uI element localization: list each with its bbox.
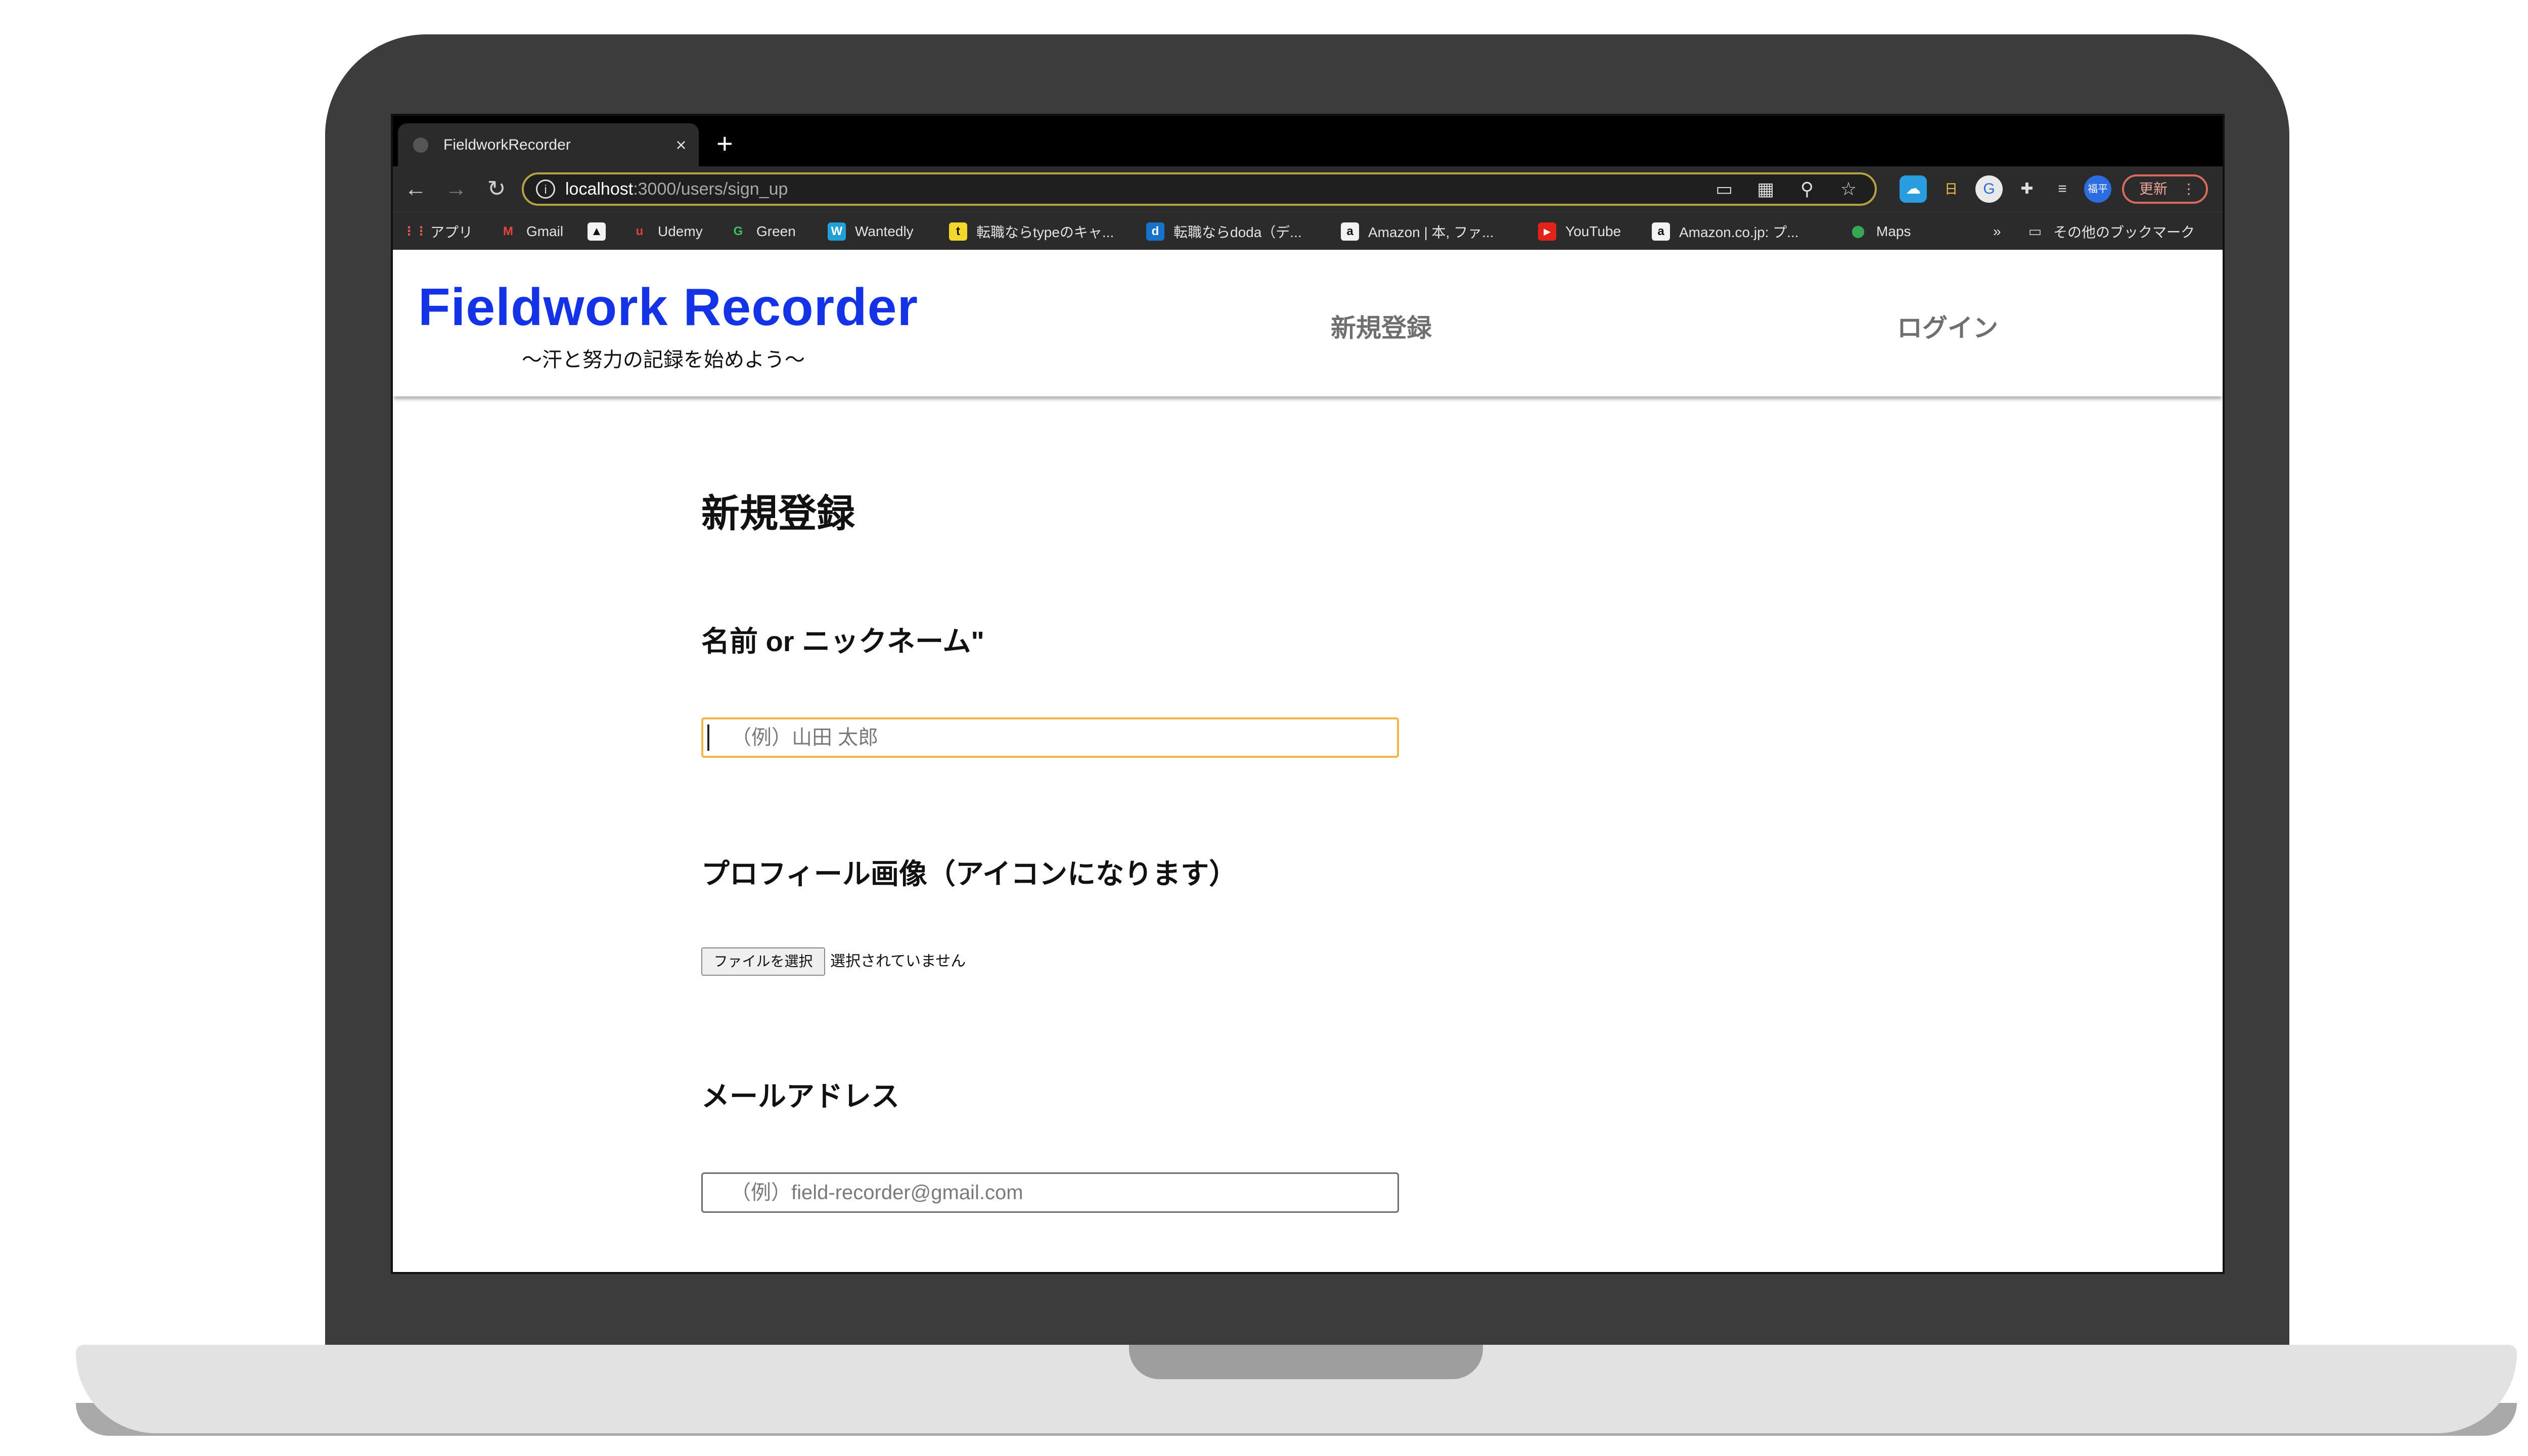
bookmark-other-folder[interactable]: ▭ その他のブックマーク [2026, 217, 2195, 245]
site-info-icon[interactable]: i [536, 179, 555, 199]
bookmark-doda[interactable]: d 転職ならdoda（デ... [1146, 217, 1302, 245]
bookmark-youtube[interactable]: ▶ YouTube [1538, 217, 1621, 245]
udemy-icon: u [636, 224, 644, 238]
bookmark-star-icon[interactable]: ☆ [1837, 178, 1860, 200]
bookmark-apps[interactable]: ⋮⋮ アプリ [403, 217, 473, 245]
web-page: Fieldwork Recorder 〜汗と努力の記録を始めよう〜 新規登録 ロ… [393, 250, 2223, 1272]
profile-image-label: プロフィール画像（アイコンになります） [701, 858, 1238, 890]
amazon-icon: a [1652, 222, 1670, 241]
folder-icon: ▭ [2028, 223, 2042, 239]
text-caret [707, 724, 709, 751]
atcoder-icon: ▲ [588, 222, 606, 241]
new-tab-icon[interactable]: + [716, 126, 733, 161]
bookmarks-overflow-button[interactable]: » [1993, 217, 2001, 245]
extensions-puzzle-icon[interactable]: ✚ [2013, 175, 2041, 203]
name-input[interactable] [701, 717, 1399, 758]
bookmark-maps[interactable]: ⬤ Maps [1849, 217, 1911, 245]
amazon-icon: a [1341, 222, 1359, 241]
laptop-notch [1129, 1345, 1483, 1379]
bookmark-wantedly[interactable]: W Wantedly [828, 217, 914, 245]
zoom-icon[interactable]: ⚲ [1796, 178, 1818, 200]
browser-tab[interactable]: FieldworkRecorder × [398, 123, 699, 166]
email-input[interactable] [701, 1172, 1399, 1213]
back-icon[interactable]: ← [400, 174, 431, 204]
name-label: 名前 or ニックネーム" [701, 625, 984, 657]
tab-bar: FieldworkRecorder × + [393, 116, 2223, 166]
reading-list-icon[interactable]: ≡ [2049, 175, 2076, 203]
nav-signup-link[interactable]: 新規登録 [1331, 308, 1432, 344]
browser-toolbar: ← → ↻ i localhost:3000/users/sign_up ▭ ▦… [393, 166, 2223, 212]
bookmark-udemy[interactable]: u Udemy [630, 217, 703, 245]
youtube-icon: ▶ [1538, 222, 1556, 241]
file-status-text: 選択されていません [830, 953, 966, 970]
doda-icon: d [1146, 222, 1164, 241]
site-header: Fieldwork Recorder 〜汗と努力の記録を始めよう〜 新規登録 ロ… [393, 250, 2223, 396]
address-bar[interactable]: i localhost:3000/users/sign_up ▭ ▦ ⚲ ☆ [522, 172, 1877, 206]
cloud-extension-icon[interactable]: ☁ [1900, 175, 1927, 203]
bookmark-atcoder[interactable]: ▲ [588, 217, 615, 245]
maps-icon: ⬤ [1851, 224, 1865, 238]
bookmark-green[interactable]: G Green [729, 217, 796, 245]
screen: FieldworkRecorder × + ← → ↻ i localhost:… [391, 114, 2225, 1274]
email-label: メールアドレス [701, 1080, 899, 1112]
address-url: localhost:3000/users/sign_up [565, 179, 788, 199]
update-button[interactable]: 更新 ⋮ [2122, 174, 2208, 204]
bookmark-amazon-jp[interactable]: a Amazon.co.jp: プ... [1652, 217, 1799, 245]
forward-icon[interactable]: → [441, 174, 471, 204]
tab-title: FieldworkRecorder [443, 136, 571, 153]
globe-icon [413, 137, 428, 153]
bookmarks-bar: ⋮⋮ アプリ M Gmail ▲ u Udemy G Green W Wante… [393, 212, 2223, 250]
menu-kebab-icon[interactable]: ⋮ [2182, 176, 2196, 202]
close-tab-icon[interactable]: × [671, 134, 691, 156]
nav-login-link[interactable]: ログイン [1897, 308, 1998, 344]
green-icon: G [733, 224, 743, 238]
vocab-extension-icon[interactable]: 日 [1937, 175, 1965, 203]
gmail-icon: M [503, 224, 513, 238]
cast-icon[interactable]: ▭ [1713, 178, 1735, 200]
translate-extension-icon[interactable]: G [1975, 175, 2003, 203]
bookmark-gmail[interactable]: M Gmail [499, 217, 563, 245]
bookmark-amazon-books[interactable]: a Amazon | 本, ファ... [1341, 217, 1494, 245]
file-select-button[interactable]: ファイルを選択 [701, 947, 825, 976]
site-logo-title[interactable]: Fieldwork Recorder [418, 278, 918, 338]
apps-grid-icon: ⋮⋮ [403, 224, 427, 238]
reload-icon[interactable]: ↻ [481, 174, 512, 204]
wantedly-icon: W [828, 222, 846, 241]
profile-avatar[interactable]: 福平 [2084, 175, 2111, 203]
site-logo-subtitle: 〜汗と努力の記録を始めよう〜 [522, 348, 805, 372]
form-title: 新規登録 [701, 492, 855, 535]
qr-code-icon[interactable]: ▦ [1754, 178, 1777, 200]
bookmark-type[interactable]: t 転職ならtypeのキャ... [949, 217, 1114, 245]
type-icon: t [949, 222, 967, 241]
